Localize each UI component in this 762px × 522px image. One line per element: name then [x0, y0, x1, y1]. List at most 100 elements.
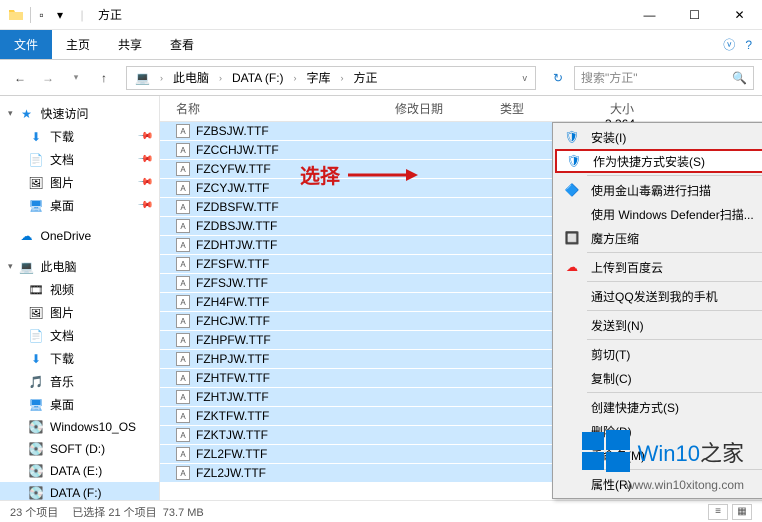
ctx-jinshan-scan[interactable]: 🔷使用金山毒霸进行扫描 — [555, 178, 762, 202]
breadcrumb-item[interactable]: 方正 — [350, 69, 382, 86]
chevron-right-icon[interactable]: › — [290, 73, 301, 83]
qat-item[interactable]: ▫ — [30, 7, 46, 23]
ctx-qq-send[interactable]: 通过QQ发送到我的手机 — [555, 284, 762, 308]
ctx-create-shortcut[interactable]: 创建快捷方式(S) — [555, 395, 762, 419]
ctx-defender-scan[interactable]: 使用 Windows Defender扫描... — [555, 202, 762, 226]
maximize-button[interactable]: ☐ — [672, 0, 717, 30]
close-button[interactable]: ✕ — [717, 0, 762, 30]
download-icon: ⬇ — [28, 129, 44, 145]
shield-icon: 🛡 — [563, 128, 581, 146]
font-file-icon: A — [176, 447, 190, 461]
sidebar-item-drive-d[interactable]: 💽SOFT (D:) — [0, 438, 159, 460]
caret-down-icon: ▾ — [8, 108, 13, 119]
star-icon: ★ — [19, 106, 35, 122]
ribbon-tab-home[interactable]: 主页 — [52, 30, 104, 59]
search-input[interactable]: 搜索"方正" 🔍 — [574, 66, 754, 90]
ribbon-expand-icon[interactable]: ⓥ — [723, 36, 735, 53]
ribbon-tab-file[interactable]: 文件 — [0, 30, 52, 59]
ctx-mofang-compress[interactable]: 🔲魔方压缩▸ — [555, 226, 762, 250]
view-icons-button[interactable]: ▦ — [732, 504, 752, 520]
ctx-install[interactable]: 🛡安装(I) — [555, 125, 762, 149]
ctx-send-to[interactable]: 发送到(N)▸ — [555, 313, 762, 337]
ctx-cut[interactable]: 剪切(T) — [555, 342, 762, 366]
font-file-icon: A — [176, 466, 190, 480]
chevron-right-icon[interactable]: › — [337, 73, 348, 83]
file-name: FZHPFW.TTF — [196, 333, 271, 347]
video-icon: 🎞 — [28, 282, 44, 298]
nav-back-button[interactable]: ← — [8, 66, 32, 90]
nav-recent-button[interactable]: ▾ — [64, 66, 88, 90]
sidebar-item-pictures[interactable]: 🖼图片📌 — [0, 171, 159, 194]
ctx-copy[interactable]: 复制(C) — [555, 366, 762, 390]
sidebar-item-desktop[interactable]: 🖥桌面 — [0, 393, 159, 416]
help-icon[interactable]: ? — [745, 38, 752, 52]
document-icon: 📄 — [28, 328, 44, 344]
search-icon[interactable]: 🔍 — [732, 71, 747, 85]
annotation-arrow-icon — [348, 168, 418, 182]
drive-icon: 💽 — [28, 441, 44, 457]
cube-icon: 🔲 — [563, 229, 581, 247]
sidebar-quick-access[interactable]: ▾ ★ 快速访问 — [0, 102, 159, 125]
view-details-button[interactable]: ≡ — [708, 504, 728, 520]
col-date[interactable]: 修改日期 — [395, 100, 500, 117]
minimize-button[interactable]: — — [627, 0, 672, 30]
drive-icon: 💽 — [28, 463, 44, 479]
breadcrumb-item[interactable]: DATA (F:) — [228, 71, 288, 85]
sidebar-item-documents[interactable]: 📄文档📌 — [0, 148, 159, 171]
blank-icon — [563, 287, 581, 305]
ctx-install-shortcut[interactable]: 🛡作为快捷方式安装(S) — [555, 149, 762, 173]
file-name: FZHTJW.TTF — [196, 390, 269, 404]
chevron-right-icon[interactable]: › — [156, 73, 167, 83]
sidebar-item-desktop[interactable]: 🖥桌面📌 — [0, 194, 159, 217]
drive-icon: 💽 — [28, 485, 44, 500]
chevron-right-icon[interactable]: › — [215, 73, 226, 83]
status-selected: 已选择 21 个项目 73.7 MB — [72, 504, 203, 520]
watermark-url: www.win10xitong.com — [582, 478, 744, 492]
font-file-icon: A — [176, 352, 190, 366]
col-size[interactable]: 大小 — [610, 100, 762, 117]
col-name[interactable]: 名称 — [160, 100, 395, 117]
pin-icon: 📌 — [136, 197, 153, 214]
watermark: Win10之家 www.win10xitong.com — [582, 428, 744, 492]
separator — [587, 175, 762, 176]
sidebar-item-documents[interactable]: 📄文档 — [0, 324, 159, 347]
file-name: FZKTFW.TTF — [196, 409, 269, 423]
font-file-icon: A — [176, 143, 190, 157]
blank-icon — [563, 475, 581, 493]
font-file-icon: A — [176, 181, 190, 195]
col-type[interactable]: 类型 — [500, 100, 610, 117]
sidebar-item-videos[interactable]: 🎞视频 — [0, 278, 159, 301]
desktop-icon: 🖥 — [28, 198, 44, 214]
cloud-upload-icon: ☁ — [563, 258, 581, 276]
sidebar-item-downloads[interactable]: ⬇下载📌 — [0, 125, 159, 148]
file-name: FZDBSFW.TTF — [196, 200, 279, 214]
sidebar-onedrive[interactable]: ▸ ☁ OneDrive — [0, 225, 159, 247]
sidebar-item-drive-f[interactable]: 💽DATA (F:) — [0, 482, 159, 500]
font-file-icon: A — [176, 124, 190, 138]
ribbon-tab-share[interactable]: 共享 — [104, 30, 156, 59]
sidebar-this-pc[interactable]: ▾ 💻 此电脑 — [0, 255, 159, 278]
ctx-baidu-upload[interactable]: ☁上传到百度云 — [555, 255, 762, 279]
font-file-icon: A — [176, 409, 190, 423]
sidebar-item-music[interactable]: 🎵音乐 — [0, 370, 159, 393]
breadcrumb-item[interactable]: 字库 — [303, 69, 335, 86]
pin-icon: 📌 — [136, 151, 153, 168]
drive-icon: 💽 — [28, 419, 44, 435]
sidebar-item-pictures[interactable]: 🖼图片 — [0, 301, 159, 324]
sidebar-item-drive-c[interactable]: 💽Windows10_OS — [0, 416, 159, 438]
file-name: FZHCJW.TTF — [196, 314, 270, 328]
file-name: FZH4FW.TTF — [196, 295, 269, 309]
pc-icon: 💻 — [19, 259, 35, 275]
navbar: ← → ▾ ↑ 💻 › 此电脑 › DATA (F:) › 字库 › 方正 v … — [0, 60, 762, 96]
nav-forward-button[interactable]: → — [36, 66, 60, 90]
breadcrumb[interactable]: 💻 › 此电脑 › DATA (F:) › 字库 › 方正 v — [126, 66, 536, 90]
ribbon-tab-view[interactable]: 查看 — [156, 30, 208, 59]
sidebar-item-drive-e[interactable]: 💽DATA (E:) — [0, 460, 159, 482]
refresh-button[interactable]: ↻ — [546, 66, 570, 90]
breadcrumb-dropdown-icon[interactable]: v — [519, 73, 532, 83]
nav-up-button[interactable]: ↑ — [92, 66, 116, 90]
breadcrumb-item[interactable]: 此电脑 — [169, 69, 213, 86]
sidebar-item-downloads[interactable]: ⬇下载 — [0, 347, 159, 370]
qat-item[interactable]: ▾ — [52, 7, 68, 23]
document-icon: 📄 — [28, 152, 44, 168]
